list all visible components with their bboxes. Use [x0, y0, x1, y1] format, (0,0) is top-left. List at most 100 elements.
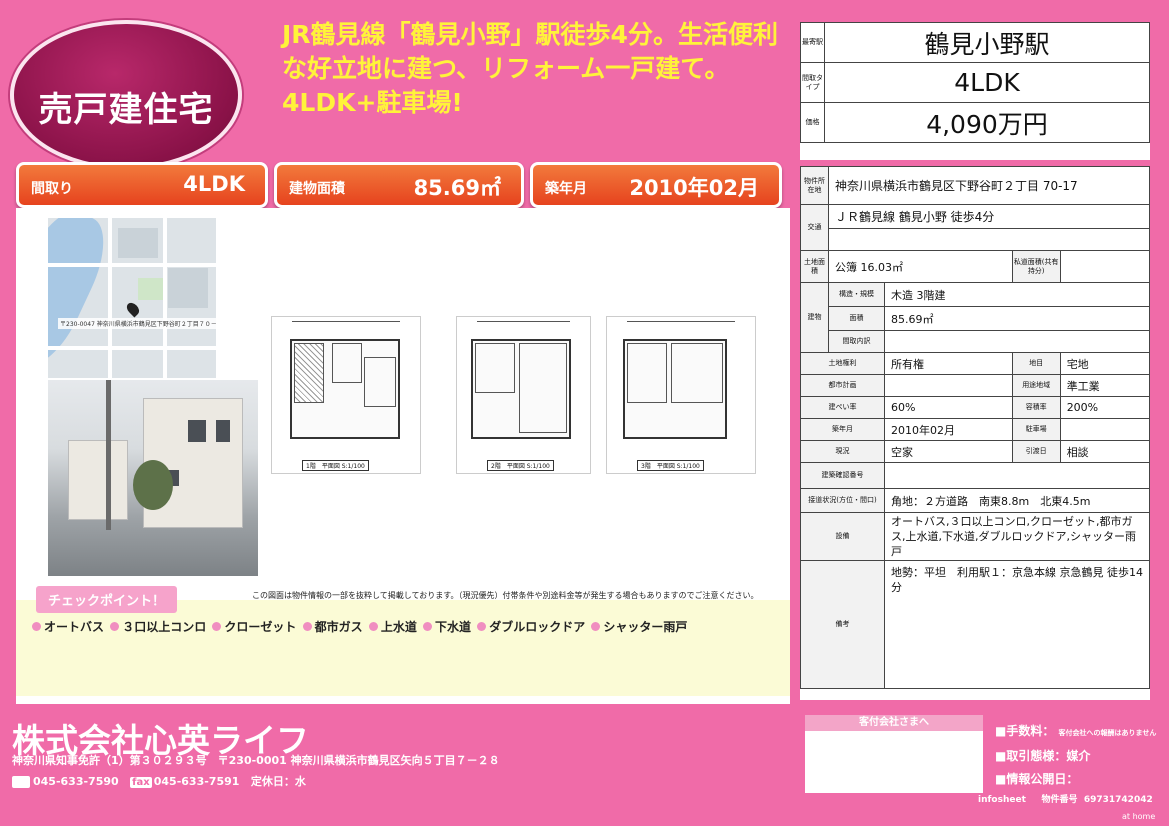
map-block — [118, 228, 158, 258]
map-park — [138, 278, 166, 300]
equipment-value: オートバス,３口以上コンロ,クローゼット,都市ガス,上水道,下水道,ダブルロック… — [884, 512, 1150, 561]
building-area-tab-value: 85.69㎡ — [413, 176, 501, 200]
detail-row: 接道状況(方位・間口) 角地：２方道路 南東8.8m 北東4.5m — [800, 488, 1150, 513]
published-label: ■情報公開日： — [995, 772, 1079, 786]
private-road-label: 私道面積(共有持分) — [1011, 250, 1061, 283]
station-label: 最寄駅 — [800, 22, 825, 63]
fax-number: 045-633-7591 — [153, 775, 240, 788]
fee-label: ■手数料： — [995, 724, 1055, 738]
city-planning-value — [884, 374, 1013, 397]
station-value: 鶴見小野駅 — [824, 22, 1150, 63]
plan-caption: 2階 平面図 S:1/100 — [487, 460, 554, 471]
floor-plan-2f: 2階 平面図 S:1/100 — [456, 316, 591, 474]
checkpoints-title: チェックポイント！ — [36, 586, 178, 613]
map-road — [163, 218, 167, 378]
summary-panel: 最寄駅 鶴見小野駅 間取タイプ 4LDK 価格 4,090万円 — [800, 22, 1150, 160]
land-area-label: 土地面積 — [800, 250, 829, 283]
location-label: 物件所在地 — [800, 166, 829, 205]
phone-icon — [12, 776, 30, 788]
bullet-icon — [212, 622, 222, 631]
deal-value: 媒介 — [1066, 749, 1091, 763]
deal-row: ■取引態様：媒介 — [995, 745, 1156, 768]
land-rights-value: 所有権 — [884, 352, 1013, 375]
land-rights-label: 土地権利 — [800, 352, 885, 375]
plan-caption: 3階 平面図 S:1/100 — [637, 460, 704, 471]
equipment-label: 設備 — [800, 512, 885, 561]
recipient-box: 客付会社さまへ — [805, 715, 983, 793]
checkpoint-item: ダブルロックドア — [489, 620, 586, 634]
detail-row: 物件所在地 神奈川県横浜市鶴見区下野谷町２丁目 70-17 — [800, 166, 1150, 205]
detail-row: 交通 ＪＲ鶴見線 鶴見小野 徒歩4分 — [800, 204, 1150, 251]
bullet-icon — [423, 622, 433, 631]
detail-row: 建ぺい率 60% 容積率 200% — [800, 396, 1151, 419]
road-access-value: 角地：２方道路 南東8.8m 北東4.5m — [884, 488, 1150, 513]
deal-label: ■取引態様： — [995, 749, 1067, 763]
detail-row: 都市計画 用途地域 準工業 — [800, 374, 1151, 397]
price-label: 価格 — [800, 102, 825, 143]
road-access-label: 接道状況(方位・間口) — [800, 488, 885, 513]
content-area: 〒230-0047 神奈川県横浜市鶴見区下野谷町２丁目７０－１７ 1階 平面図 … — [16, 208, 790, 704]
zoning-label: 用途地域 — [1011, 374, 1061, 397]
detail-row — [801, 228, 1150, 251]
summary-row-price: 価格 4,090万円 — [800, 102, 1150, 143]
status-label: 現況 — [800, 440, 885, 463]
checkpoint-item: 都市ガス — [314, 620, 363, 634]
transaction-terms: ■手数料： 客付会社への報酬はありません ■取引態様：媒介 ■情報公開日： — [995, 720, 1156, 791]
building-area-label: 面積 — [828, 306, 885, 331]
layout-type-value: 4LDK — [824, 62, 1150, 103]
detail-row: 面積 85.69㎡ — [801, 306, 1150, 331]
bullet-icon — [368, 622, 378, 631]
infosheet-line: infosheet 物件番号 69731742042 — [978, 792, 1153, 805]
plan-dimension-line — [292, 321, 400, 322]
floorplan-tab-value: 4LDK — [183, 172, 245, 196]
company-license: 神奈川県知事免許（1）第３０２９３号 〒230-0001 神奈川県横浜市鶴見区矢… — [12, 754, 500, 767]
detail-row: 現況 空家 引渡日 相談 — [800, 440, 1151, 463]
published-row: ■情報公開日： — [995, 768, 1156, 791]
details-panel: 物件所在地 神奈川県横浜市鶴見区下野谷町２丁目 70-17 交通 ＪＲ鶴見線 鶴… — [800, 166, 1151, 700]
checkpoint-item: 下水道 — [435, 620, 472, 634]
listing-type-badge: 売戸建住宅 — [10, 20, 242, 170]
zoning-value: 準工業 — [1059, 374, 1151, 397]
status-value: 空家 — [884, 440, 1013, 463]
detail-row: 建築確認番号 — [800, 462, 1150, 489]
details-table: 物件所在地 神奈川県横浜市鶴見区下野谷町２丁目 70-17 交通 ＪＲ鶴見線 鶴… — [800, 166, 1151, 689]
map-block — [168, 268, 208, 308]
transport-label: 交通 — [800, 204, 829, 251]
land-category-value: 宅地 — [1059, 352, 1151, 375]
detail-row: 建物 構造・規模 木造 3階建 — [800, 282, 1150, 353]
detail-row: 設備 オートバス,３口以上コンロ,クローゼット,都市ガス,上水道,下水道,ダブル… — [800, 512, 1150, 561]
floorplan-tab: 間取り 4LDK — [16, 162, 268, 208]
coverage-value: 60% — [884, 396, 1013, 419]
floor-area-ratio-label: 容積率 — [1011, 396, 1061, 419]
built-date-tab: 築年月 2010年02月 — [530, 162, 782, 208]
map-road — [48, 263, 216, 267]
handover-value: 相談 — [1059, 440, 1151, 463]
property-number: 69731742042 — [1083, 795, 1153, 805]
phone-number[interactable]: 045-633-7590 — [33, 775, 119, 788]
photo-window — [216, 420, 230, 442]
checkpoint-item: 上水道 — [380, 620, 417, 634]
plan-dimension-line — [627, 321, 735, 322]
bullet-icon — [110, 622, 120, 631]
summary-table: 最寄駅 鶴見小野駅 間取タイプ 4LDK 価格 4,090万円 — [800, 22, 1150, 143]
headline: JR鶴見線「鶴見小野」駅徒歩4分。生活便利な好立地に建つ、リフォーム一戸建て。4… — [282, 20, 778, 117]
fax-icon: fax — [130, 777, 152, 788]
building-area-tab: 建物面積 85.69㎡ — [274, 162, 524, 208]
structure-label: 構造・規模 — [828, 282, 885, 307]
land-category-label: 地目 — [1011, 352, 1061, 375]
city-planning-label: 都市計画 — [800, 374, 885, 397]
detail-row: 備考 地勢：平坦 利用駅１：京急本線 京急鶴見 徒歩14分 — [800, 560, 1150, 689]
checkpoint-item: シャッター雨戸 — [603, 620, 688, 634]
handover-label: 引渡日 — [1011, 440, 1061, 463]
built-date-label: 築年月 — [800, 418, 885, 441]
checkpoints-list: オートバス ３口以上コンロ クローゼット 都市ガス 上水道 下水道 ダブルロック… — [30, 618, 687, 635]
map-road — [48, 346, 216, 350]
summary-row-layout: 間取タイプ 4LDK — [800, 62, 1150, 103]
layout-type-label: 間取タイプ — [800, 62, 825, 103]
building-confirm-value — [884, 462, 1150, 489]
detail-row: 土地面積 公簿 16.03㎡ 私道面積(共有持分) — [800, 250, 1151, 283]
floorplan-tab-label: 間取り — [31, 181, 73, 197]
brand-logo: at home — [1122, 812, 1156, 821]
detail-row: 間取内訳 — [801, 330, 1150, 353]
photo-window — [188, 420, 206, 442]
